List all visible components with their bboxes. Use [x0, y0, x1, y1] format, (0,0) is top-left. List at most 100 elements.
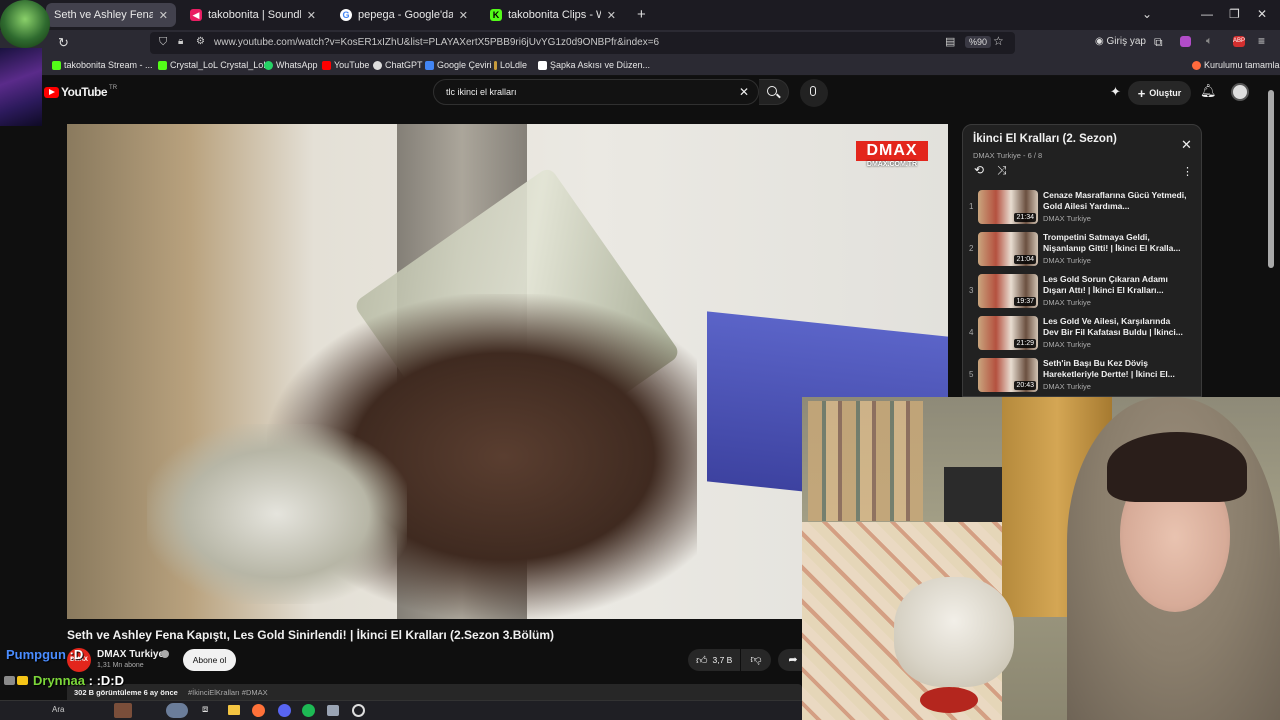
bookmark-crystal[interactable]: Crystal_LoL Crystal_LoL — [158, 60, 268, 70]
item-title[interactable]: Trompetini Satmaya Geldi, Nişanlanıp Git… — [1043, 232, 1188, 254]
notifications-bell-icon[interactable]: 🔔︎ — [1200, 83, 1217, 99]
bookmark-whatsapp[interactable]: WhatsApp — [264, 60, 318, 70]
zoom-level[interactable]: %90 — [965, 36, 992, 48]
menu-icon[interactable]: ≡ — [1258, 34, 1265, 48]
close-icon[interactable]: ✕ — [607, 9, 616, 22]
tab-clips[interactable]: K takobonita Clips - Watch Live o ✕ — [482, 3, 624, 27]
bookmark-setup[interactable]: Kurulumu tamamla — [1192, 60, 1280, 70]
item-channel: DMAX Turkiye — [1043, 256, 1091, 265]
duration-badge: 21:04 — [1014, 255, 1036, 264]
extension-icon[interactable] — [1180, 36, 1191, 47]
close-window-icon[interactable]: ✕ — [1257, 7, 1267, 21]
google-icon: G — [340, 9, 352, 21]
video-title: Seth ve Ashley Fena Kapıştı, Les Gold Si… — [67, 628, 555, 642]
tab-list-icon[interactable]: ⌄ — [1142, 7, 1152, 21]
tab-soundbites[interactable]: ◀ takobonita | Soundbites, Sc ✕ — [182, 3, 324, 27]
file-explorer-icon[interactable] — [228, 705, 240, 715]
shop-icon — [538, 60, 547, 70]
dislike-button[interactable]: 👎︎ — [741, 649, 771, 671]
shuffle-icon[interactable]: ⤨ — [997, 163, 1007, 178]
youtube-logo[interactable]: YouTube TR — [44, 85, 117, 99]
loop-icon[interactable]: ⟲ — [974, 163, 984, 177]
stream-overlay-character — [0, 48, 42, 126]
cast-icon[interactable]: ✦ — [1110, 84, 1121, 100]
spotify-icon[interactable] — [302, 704, 315, 717]
taskbar-app-icon[interactable] — [327, 705, 339, 716]
item-title[interactable]: Seth'in Başı Bu Kez Döviş Hareketleriyle… — [1043, 358, 1188, 380]
youtube-header: YouTube TR tlc ikinci el kralları ✕ ✦ + … — [0, 76, 1280, 110]
shield-icon[interactable]: ⛉ — [159, 36, 167, 49]
playlist-item[interactable]: 1 21:34 Cenaze Masraflarına Gücü Yetmedi… — [963, 188, 1201, 230]
lock-icon[interactable]: 🔒︎ — [178, 36, 183, 47]
tab-youtube[interactable]: Seth ve Ashley Fena Kapıştı, Les ✕ — [46, 3, 176, 27]
close-icon[interactable]: ✕ — [459, 9, 468, 22]
like-button[interactable]: 👍︎ 3,7 B — [688, 649, 740, 671]
bookmark-loldle[interactable]: LoLdle — [494, 60, 527, 70]
bookmark-hat-rack[interactable]: Şapka Askısı ve Düzen... — [538, 60, 650, 70]
close-icon[interactable]: ✕ — [159, 9, 168, 22]
new-tab-icon[interactable]: + — [637, 6, 646, 23]
reload-icon[interactable]: ↻ — [58, 35, 69, 51]
task-view-icon[interactable]: ⧈ — [202, 704, 208, 715]
minimize-icon[interactable]: — — [1201, 7, 1213, 21]
subscribe-button[interactable]: Abone ol — [183, 649, 236, 671]
kick-icon: K — [490, 9, 502, 21]
item-title[interactable]: Cenaze Masraflarına Gücü Yetmedi, Gold A… — [1043, 190, 1188, 212]
clear-search-icon[interactable]: ✕ — [739, 85, 749, 99]
close-icon[interactable]: ✕ — [307, 9, 316, 22]
playlist-item[interactable]: 5 20:43 Seth'in Başı Bu Kez Döviş Hareke… — [963, 356, 1201, 396]
bookmark-takobonita[interactable]: takobonita Stream - ... — [52, 60, 153, 70]
windows-taskbar: Ara ⧈ — [0, 700, 802, 720]
playlist-title[interactable]: İkinci El Kralları (2. Sezon) — [973, 133, 1117, 145]
address-bar[interactable]: ⛉ 🔒︎ ⚙ www.youtube.com/watch?v=KosER1xIZ… — [150, 32, 1015, 54]
more-options-icon[interactable]: ⋮ — [1182, 165, 1193, 178]
video-thumbnail[interactable]: 21:34 — [978, 190, 1038, 224]
adblock-icon[interactable]: ABP — [1233, 36, 1245, 47]
item-title[interactable]: Les Gold Ve Ailesi, Karşılarında Dev Bir… — [1043, 316, 1188, 338]
obs-icon[interactable] — [352, 704, 365, 717]
chat-badge-icon — [4, 676, 15, 685]
video-thumbnail[interactable]: 19:37 — [978, 274, 1038, 308]
create-button[interactable]: + Oluştur — [1128, 81, 1191, 105]
extensions-icon[interactable]: ⧉ — [1154, 35, 1163, 50]
search-query[interactable]: tlc ikinci el kralları — [446, 87, 517, 97]
tab-google[interactable]: G pepega - Google'da Ara ✕ — [332, 3, 476, 27]
channel-name[interactable]: DMAX Turkiye — [97, 649, 164, 660]
firefox-icon[interactable] — [252, 704, 265, 717]
bookmark-google-translate[interactable]: Google Çeviri — [425, 60, 492, 70]
search-input[interactable]: tlc ikinci el kralları ✕ — [433, 79, 759, 105]
video-thumbnail[interactable]: 20:43 — [978, 358, 1038, 392]
profile-avatar[interactable] — [1231, 83, 1249, 101]
muted-speaker-icon[interactable]: ◀ — [190, 9, 202, 21]
taskbar-search-label[interactable]: Ara — [52, 705, 64, 714]
video-thumbnail[interactable]: 21:29 — [978, 316, 1038, 350]
item-number: 1 — [969, 202, 974, 211]
speaker-icon[interactable]: 🔈︎ — [1206, 35, 1213, 48]
taskbar-app-icon[interactable] — [166, 703, 188, 718]
page-scrollbar[interactable] — [1268, 90, 1274, 268]
discord-icon[interactable] — [278, 704, 291, 717]
bookmark-star-icon[interactable]: ☆ — [993, 34, 1004, 48]
search-button[interactable] — [759, 79, 789, 105]
close-playlist-icon[interactable]: ✕ — [1181, 137, 1192, 153]
restore-icon[interactable]: ❐ — [1229, 7, 1240, 21]
playlist-item[interactable]: 2 21:04 Trompetini Satmaya Geldi, Nişanl… — [963, 230, 1201, 272]
playlist-panel: İkinci El Kralları (2. Sezon) DMAX Turki… — [962, 124, 1202, 397]
item-title[interactable]: Les Gold Sorun Çıkaran Adamı Dışarı Attı… — [1043, 274, 1188, 296]
item-number: 5 — [969, 370, 974, 379]
playlist-item[interactable]: 3 19:37 Les Gold Sorun Çıkaran Adamı Dış… — [963, 272, 1201, 314]
like-count: 3,7 B — [712, 655, 733, 665]
taskbar-app-icon[interactable] — [114, 703, 132, 718]
page-settings-icon[interactable]: ⚙ — [196, 36, 205, 47]
region-code: TR — [109, 85, 118, 91]
duration-badge: 21:29 — [1014, 339, 1036, 348]
url-text[interactable]: www.youtube.com/watch?v=KosER1xIZhU&list… — [214, 37, 659, 48]
bookmark-youtube[interactable]: YouTube — [322, 60, 369, 70]
voice-search-button[interactable] — [800, 79, 828, 107]
playlist-item[interactable]: 4 21:29 Les Gold Ve Ailesi, Karşılarında… — [963, 314, 1201, 356]
bookmark-chatgpt[interactable]: ChatGPT — [373, 60, 423, 70]
hashtags[interactable]: #İkinciElKralları #DMAX — [188, 688, 268, 697]
video-thumbnail[interactable]: 21:04 — [978, 232, 1038, 266]
reader-view-icon[interactable]: ▤ — [945, 35, 955, 48]
account-button[interactable]: ◉ Giriş yap — [1095, 36, 1146, 47]
